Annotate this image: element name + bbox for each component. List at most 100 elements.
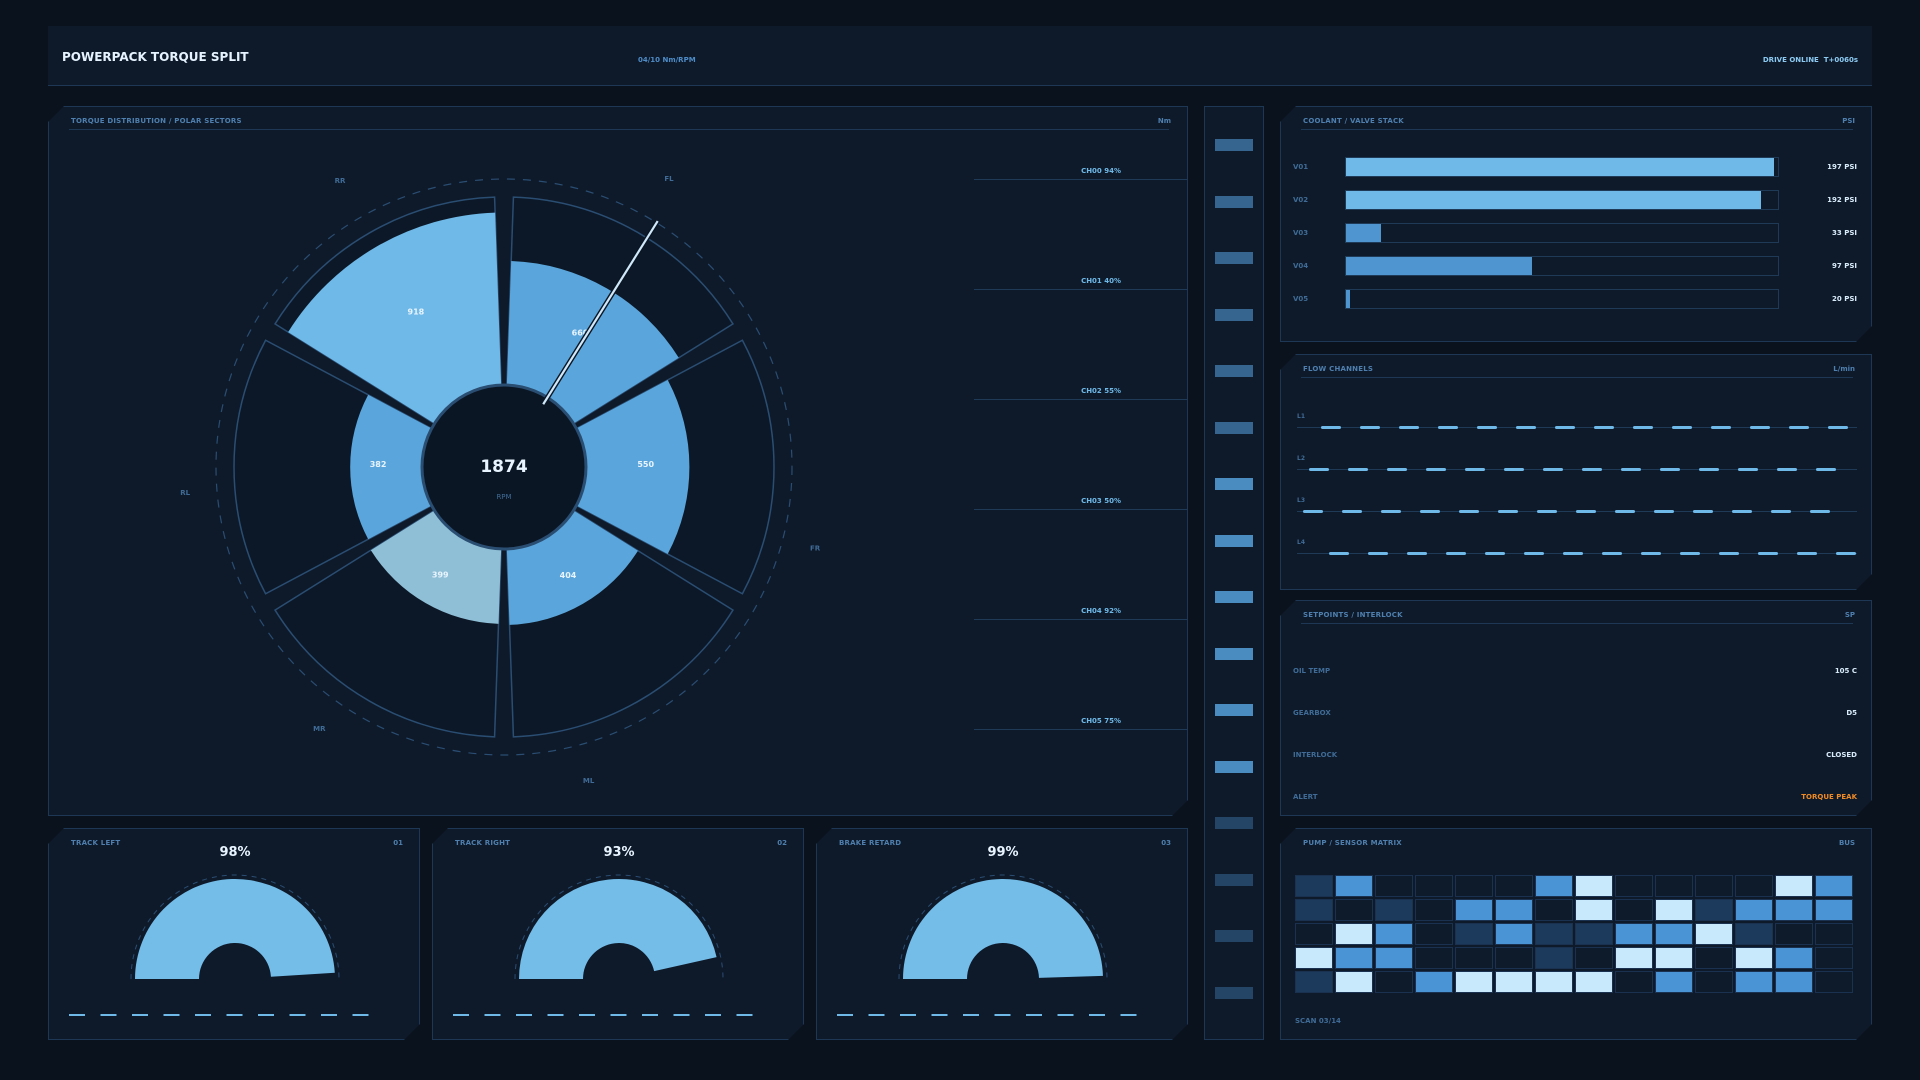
- gauge-arc: [433, 829, 805, 1041]
- panel-tag: SP: [1844, 611, 1855, 619]
- flow-dash: [1621, 468, 1641, 471]
- flow-dash: [1459, 510, 1479, 513]
- channel-label: CH02 55%: [1081, 387, 1121, 395]
- flow-dash: [1537, 510, 1557, 513]
- matrix-cell: [1735, 899, 1773, 921]
- valve-track: [1345, 190, 1779, 210]
- gauge-panel: TRACK LEFT 01 98%: [48, 828, 420, 1040]
- flow-dash: [1771, 510, 1791, 513]
- matrix-cell: [1455, 899, 1493, 921]
- flow-dash: [1582, 468, 1602, 471]
- valve-label: V03: [1293, 229, 1309, 237]
- matrix-cell: [1655, 923, 1693, 945]
- flow-dash: [1563, 552, 1583, 555]
- matrix-cell: [1735, 971, 1773, 993]
- strip-segment: [1215, 365, 1253, 377]
- matrix-cell: [1535, 923, 1573, 945]
- matrix-cell: [1415, 947, 1453, 969]
- setpoint-label: ALERT: [1293, 793, 1318, 801]
- valve-track: [1345, 157, 1779, 177]
- sensor-matrix-panel: PUMP / SENSOR MATRIX BUS SCAN 03/14: [1280, 828, 1872, 1040]
- matrix-cell: [1615, 923, 1653, 945]
- flow-baseline: [1297, 427, 1857, 428]
- axis-label: FL: [664, 175, 674, 183]
- flow-dash: [1732, 510, 1752, 513]
- matrix-cell: [1775, 899, 1813, 921]
- gauge-fill: [519, 879, 717, 979]
- flow-dash: [1524, 552, 1544, 555]
- matrix-cell: [1415, 923, 1453, 945]
- setpoints-panel: SETPOINTS / INTERLOCK SP OIL TEMP 105 C GE…: [1280, 600, 1872, 816]
- panel-title: SETPOINTS / INTERLOCK: [1303, 611, 1403, 619]
- flow-dash: [1303, 510, 1323, 513]
- matrix-cell: [1535, 875, 1573, 897]
- flow-dash: [1810, 510, 1830, 513]
- matrix-cell: [1775, 947, 1813, 969]
- flow-dash: [1360, 426, 1380, 429]
- matrix-cell: [1535, 899, 1573, 921]
- matrix-cell: [1375, 947, 1413, 969]
- matrix-cell: [1695, 899, 1733, 921]
- matrix-cell: [1815, 923, 1853, 945]
- setpoint-value: D5: [1846, 709, 1857, 717]
- matrix-cell: [1695, 875, 1733, 897]
- matrix-cell: [1495, 923, 1533, 945]
- flow-dash: [1329, 552, 1349, 555]
- matrix-cell: [1535, 971, 1573, 993]
- matrix-cell: [1295, 971, 1333, 993]
- matrix-cell: [1295, 875, 1333, 897]
- flow-dash: [1836, 552, 1856, 555]
- matrix-cell: [1335, 923, 1373, 945]
- matrix-cell: [1695, 923, 1733, 945]
- matrix-cell: [1655, 875, 1693, 897]
- matrix-cell: [1335, 971, 1373, 993]
- strip-segment: [1215, 421, 1253, 434]
- matrix-cell: [1455, 947, 1493, 969]
- flow-dash: [1680, 552, 1700, 555]
- matrix-cell: [1455, 923, 1493, 945]
- strip-segment: [1215, 308, 1253, 321]
- valve-track: [1345, 289, 1779, 309]
- matrix-cell: [1775, 923, 1813, 945]
- channel-label: CH00 94%: [1081, 167, 1121, 175]
- matrix-cell: [1295, 947, 1333, 969]
- matrix-cell: [1295, 923, 1333, 945]
- matrix-cell: [1335, 899, 1373, 921]
- flow-dash: [1816, 468, 1836, 471]
- flow-dash: [1789, 426, 1809, 429]
- channel-rule: [974, 399, 1214, 400]
- page-title: POWERPACK TORQUE SPLIT: [62, 50, 249, 64]
- matrix-cell: [1695, 947, 1733, 969]
- matrix-cell: [1775, 971, 1813, 993]
- matrix-cell: [1575, 971, 1613, 993]
- strip-segment: [1215, 478, 1253, 490]
- matrix-cell: [1615, 971, 1653, 993]
- coolant-valve-panel: COOLANT / VALVE STACK PSI V01 197 PSI V02 1…: [1280, 106, 1872, 342]
- channel-rule: [974, 289, 1214, 290]
- strip-segment: [1215, 873, 1253, 886]
- matrix-cell: [1575, 875, 1613, 897]
- matrix-cell: [1735, 875, 1773, 897]
- setpoint-label: OIL TEMP: [1293, 667, 1331, 675]
- sector-value-label: 382: [370, 460, 387, 469]
- flow-dash: [1719, 552, 1739, 555]
- strip-segment: [1215, 760, 1253, 773]
- valve-value: 197 PSI: [1827, 163, 1857, 171]
- matrix-cell: [1495, 875, 1533, 897]
- strip-segment: [1215, 930, 1253, 942]
- matrix-cell: [1535, 947, 1573, 969]
- strip-segment: [1215, 139, 1253, 151]
- setpoint-value: CLOSED: [1826, 751, 1857, 759]
- flow-dash: [1477, 426, 1497, 429]
- matrix-cell: [1655, 971, 1693, 993]
- valve-track: [1345, 223, 1779, 243]
- panel-tag: BUS: [1838, 839, 1855, 847]
- matrix-cell: [1375, 923, 1413, 945]
- divider: [1301, 129, 1853, 130]
- matrix-cell: [1295, 899, 1333, 921]
- setpoint-value: 105 C: [1834, 667, 1857, 675]
- strip-segment: [1215, 704, 1253, 716]
- matrix-cell: [1815, 947, 1853, 969]
- panel-tag: PSI: [1842, 117, 1855, 125]
- scan-counter: SCAN 03/14: [1295, 1017, 1341, 1025]
